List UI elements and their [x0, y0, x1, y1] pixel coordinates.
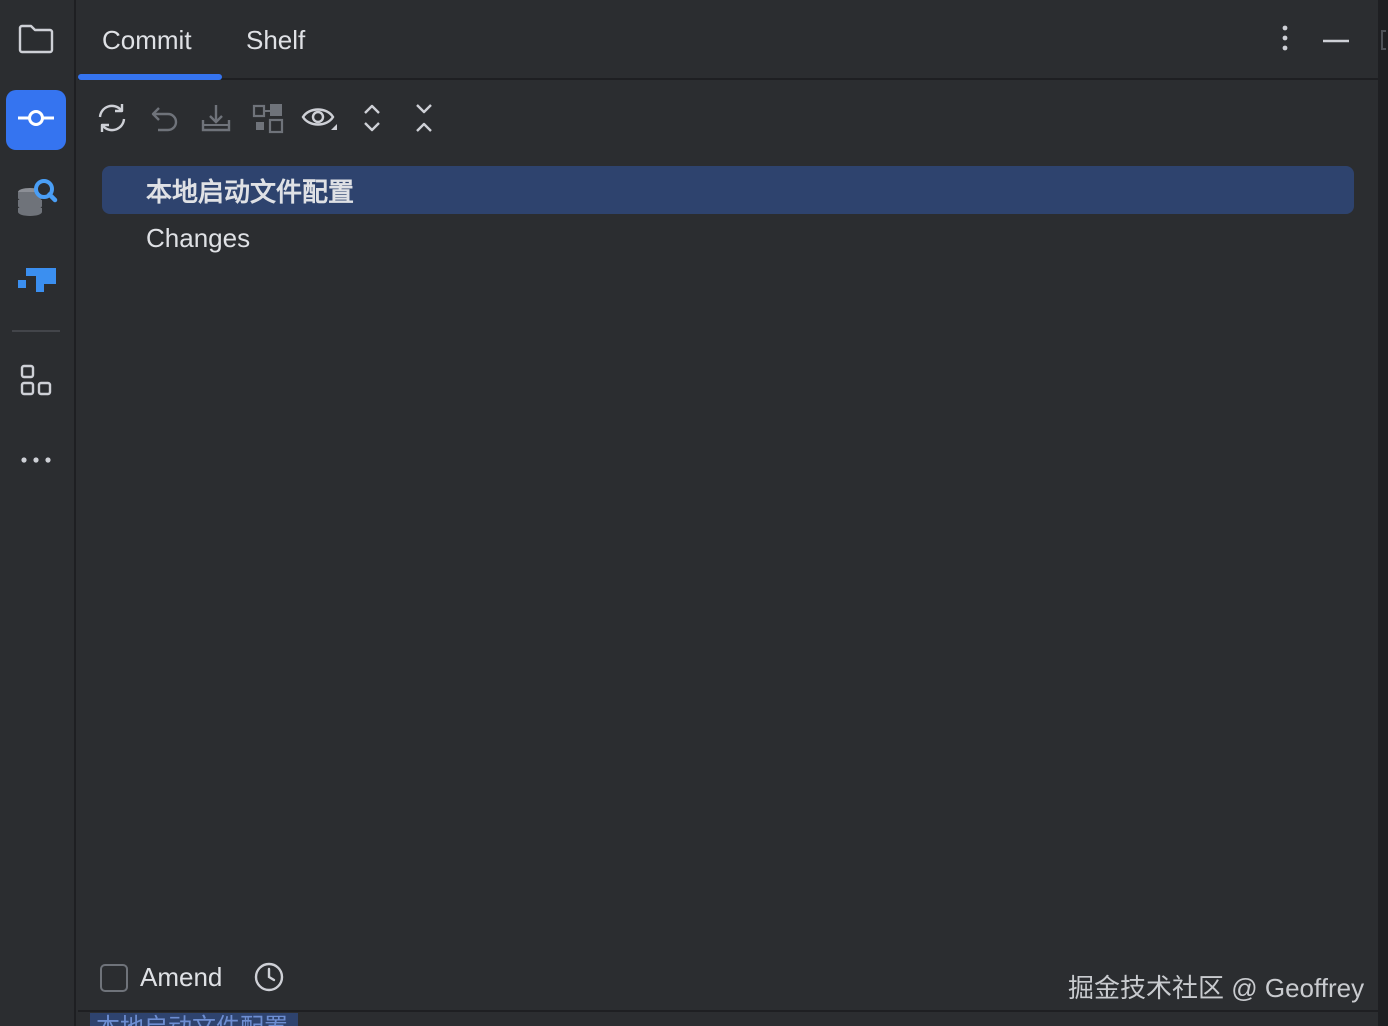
plugin-logo-icon	[14, 256, 58, 305]
expand-all-icon	[354, 100, 390, 141]
amend-checkbox[interactable]	[100, 964, 128, 992]
collapse-all-button[interactable]	[400, 96, 448, 144]
commit-tool-window: Commit Shelf 本地启动文件配置 Changes Amend 掘金技术…	[0, 0, 1388, 1026]
hide-panel-button[interactable]	[1316, 20, 1356, 60]
tab-shelf[interactable]: Shelf	[246, 0, 305, 80]
changelist-label: 本地启动文件配置	[146, 176, 355, 207]
update-icon	[198, 100, 234, 141]
options-menu-button[interactable]	[1270, 20, 1300, 60]
group-by-button[interactable]	[244, 96, 292, 144]
changes-tree: 本地启动文件配置 Changes	[102, 166, 1354, 262]
more-vertical-icon	[1280, 23, 1290, 58]
amend-label[interactable]: Amend	[140, 962, 222, 993]
panel-divider	[78, 1010, 1378, 1012]
right-window-edge	[1378, 0, 1388, 1026]
edge-handle-icon	[1381, 30, 1386, 50]
project-tool-button[interactable]	[6, 10, 66, 70]
clock-icon	[253, 961, 285, 998]
commit-icon	[14, 96, 58, 145]
structure-tool-button[interactable]	[6, 352, 66, 412]
structure-icon	[16, 360, 56, 405]
commit-tool-button[interactable]	[6, 90, 66, 150]
plugin-tool-button[interactable]	[6, 250, 66, 310]
watermark-text: 掘金技术社区 @ Geoffrey	[1068, 973, 1365, 1003]
refresh-icon	[94, 100, 130, 141]
tree-row-changes[interactable]: Changes	[102, 214, 1354, 262]
changes-label: Changes	[146, 222, 251, 253]
changes-toolbar	[78, 92, 1378, 148]
commit-panel: Commit Shelf 本地启动文件配置 Changes Amend 掘金技术…	[78, 0, 1378, 1026]
changelist-chip: 本地启动文件配置	[90, 1013, 298, 1026]
update-button[interactable]	[192, 96, 240, 144]
rollback-button[interactable]	[140, 96, 188, 144]
database-tool-button[interactable]	[6, 170, 66, 230]
commit-footer: Amend 掘金技术社区 @ Geoffrey	[78, 950, 1378, 1008]
minimize-icon	[1321, 31, 1351, 49]
more-tools-button[interactable]	[6, 432, 66, 492]
tab-bar: Commit Shelf	[78, 0, 1378, 80]
database-search-icon	[14, 176, 58, 225]
group-by-icon	[250, 100, 286, 141]
view-options-button[interactable]	[296, 96, 344, 144]
tab-shelf-label: Shelf	[246, 24, 306, 55]
folder-icon	[16, 18, 56, 63]
tab-commit-label: Commit	[102, 24, 192, 55]
collapse-all-icon	[406, 100, 442, 141]
tab-commit[interactable]: Commit	[102, 0, 192, 80]
more-horizontal-icon	[16, 440, 56, 485]
tree-row-changelist[interactable]: 本地启动文件配置	[102, 166, 1354, 214]
expand-all-button[interactable]	[348, 96, 396, 144]
refresh-button[interactable]	[88, 96, 136, 144]
view-options-icon	[300, 100, 340, 141]
active-tab-indicator	[78, 74, 222, 80]
rollback-icon	[146, 100, 182, 141]
left-tool-strip	[0, 0, 76, 1026]
tool-strip-separator	[12, 330, 60, 332]
commit-history-button[interactable]	[252, 962, 286, 996]
